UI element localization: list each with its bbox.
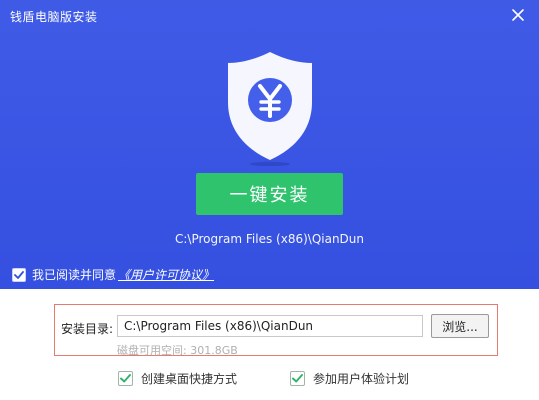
- agreement-text: 我已阅读并同意: [32, 268, 117, 282]
- user-experience-label: 参加用户体验计划: [313, 372, 410, 386]
- install-dir-input[interactable]: [117, 315, 423, 337]
- install-directory-panel: 安装目录: 浏览... 磁盘可用空间: 301.8GB: [54, 304, 498, 357]
- desktop-shortcut-label: 创建桌面快捷方式: [141, 372, 238, 386]
- close-icon[interactable]: [509, 6, 527, 24]
- window-title: 钱盾电脑版安装: [10, 10, 98, 24]
- user-experience-option[interactable]: 参加用户体验计划: [290, 370, 409, 387]
- user-experience-checkbox[interactable]: [290, 371, 305, 386]
- license-agreement-link[interactable]: 《用户许可协议》: [118, 266, 214, 283]
- desktop-shortcut-checkbox[interactable]: [118, 371, 133, 386]
- install-path-text: C:\Program Files (x86)\QianDun: [174, 232, 365, 246]
- agreement-row: 我已阅读并同意 《用户许可协议》: [12, 266, 214, 283]
- install-dir-label: 安装目录:: [61, 322, 114, 336]
- agreement-checkbox[interactable]: [12, 267, 26, 282]
- one-click-install-button[interactable]: 一键安装: [196, 173, 343, 215]
- shield-yen-icon: [220, 46, 320, 167]
- installer-header: 钱盾电脑版安装 一键安装 C:\Program Files (x86)\Qian…: [0, 0, 539, 289]
- browse-button[interactable]: 浏览...: [431, 314, 489, 338]
- desktop-shortcut-option[interactable]: 创建桌面快捷方式: [118, 370, 237, 387]
- disk-space-text: 磁盘可用空间: 301.8GB: [117, 344, 238, 357]
